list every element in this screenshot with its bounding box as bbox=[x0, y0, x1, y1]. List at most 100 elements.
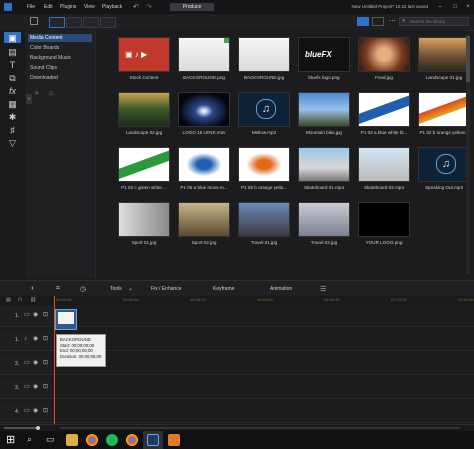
library-item[interactable]: Sport 02.jpg bbox=[178, 202, 230, 254]
menu-view[interactable]: View bbox=[84, 4, 95, 10]
library-item[interactable]: YOUR LOGO.png bbox=[358, 202, 410, 254]
library-item[interactable]: Travel 01.jpg bbox=[238, 202, 290, 254]
lock-icon[interactable]: ⊡ bbox=[43, 312, 49, 318]
list-view-icon[interactable] bbox=[357, 17, 369, 26]
category-item[interactable]: Sound Clips bbox=[28, 64, 92, 72]
category-item[interactable]: Color Boards bbox=[28, 44, 92, 52]
library-item[interactable]: BACKGROUND.png bbox=[178, 37, 230, 89]
library-item[interactable]: Skateboard 01.mp4 bbox=[298, 147, 350, 199]
app-icon[interactable] bbox=[168, 434, 180, 446]
library-item[interactable]: BACKGROUND.jpg bbox=[238, 37, 290, 89]
library-item[interactable]: ♫ Speaking Out.mp3 bbox=[418, 147, 470, 199]
chapter-room-icon[interactable]: ▽ bbox=[7, 138, 18, 148]
timeline-scrollbar[interactable] bbox=[60, 427, 460, 429]
timeline-ruler[interactable]: ▤ ⊓ ⛓ 00:00:00 00:16:20 00:33:10 00:50:00 01… bbox=[0, 296, 474, 305]
more-options-icon[interactable]: ⋯ bbox=[389, 17, 396, 25]
search-icon[interactable]: ⌕ bbox=[27, 434, 32, 445]
visibility-icon[interactable]: ◉ bbox=[33, 360, 39, 366]
library-item[interactable]: P1 05 b orange yello... bbox=[238, 147, 290, 199]
import-media-icon[interactable] bbox=[30, 17, 38, 25]
fix-enhance-button[interactable]: Fix / Enhance bbox=[151, 286, 182, 292]
particle-room-icon[interactable]: ✱ bbox=[7, 112, 18, 122]
effect-room-icon[interactable]: fx bbox=[7, 86, 18, 96]
library-item[interactable]: LOGO 16 LENS.mov bbox=[178, 92, 230, 144]
more-tools-icon[interactable]: ☰ bbox=[320, 285, 326, 293]
menu-playback[interactable]: Playback bbox=[102, 4, 122, 10]
tag-icon[interactable]: ⌂ bbox=[49, 90, 53, 97]
category-item[interactable]: Downloaded bbox=[28, 74, 92, 82]
library-item[interactable]: Landscape 02.jpg bbox=[118, 92, 170, 144]
library-item[interactable]: ♫ Mellow.mp3 bbox=[238, 92, 290, 144]
library-item[interactable]: P1 02 a blue white bl... bbox=[358, 92, 410, 144]
chrome-icon[interactable] bbox=[86, 434, 98, 446]
visibility-icon[interactable]: ◉ bbox=[33, 384, 39, 390]
library-item[interactable]: Landscape 01.jpg bbox=[418, 37, 470, 89]
tools-menu[interactable]: Tools bbox=[110, 286, 122, 292]
library-item[interactable]: Travel 02.jpg bbox=[298, 202, 350, 254]
produce-button[interactable]: Produce bbox=[170, 3, 214, 11]
track-manager-icon[interactable]: ▤ bbox=[6, 297, 11, 303]
library-scrollbar-thumb[interactable] bbox=[466, 36, 470, 82]
redo-icon[interactable]: ↷ bbox=[146, 3, 152, 11]
visibility-icon[interactable]: ◉ bbox=[33, 336, 39, 342]
visibility-icon[interactable]: ◉ bbox=[33, 408, 39, 414]
library-item[interactable]: Mountain bike.jpg bbox=[298, 92, 350, 144]
animation-button[interactable]: Animation bbox=[270, 286, 292, 292]
transition-room-icon[interactable]: ⧉ bbox=[7, 73, 18, 83]
library-item[interactable]: P1 05 a blue move.m... bbox=[178, 147, 230, 199]
task-view-icon[interactable]: ▭ bbox=[46, 434, 55, 445]
minimize-icon[interactable]: – bbox=[436, 3, 444, 11]
ruler-tick-label: 01:06:20 bbox=[324, 297, 340, 302]
library-search-input[interactable] bbox=[399, 17, 469, 26]
library-item[interactable]: blueFX bluefx logo.png bbox=[298, 37, 350, 89]
zoom-slider[interactable] bbox=[4, 427, 40, 429]
lock-icon[interactable]: ⊡ bbox=[43, 360, 49, 366]
collapse-panel-icon[interactable]: « bbox=[26, 94, 32, 104]
filter-audio-button[interactable] bbox=[100, 17, 116, 28]
menu-edit[interactable]: Edit bbox=[44, 4, 53, 10]
category-item[interactable]: Media Content bbox=[28, 34, 92, 42]
windows-start-icon[interactable]: ⊞ bbox=[6, 433, 15, 446]
category-item[interactable]: Background Music bbox=[28, 54, 92, 62]
search-icon[interactable]: ⌕ bbox=[35, 90, 39, 98]
snapshot-icon[interactable]: ◐ bbox=[31, 285, 35, 292]
spotify-icon[interactable] bbox=[106, 434, 118, 446]
fx-room-icon[interactable]: ▤ bbox=[7, 47, 18, 57]
timeline-track[interactable]: 4. ▭ ◉ ⊡ bbox=[0, 402, 474, 423]
visibility-icon[interactable]: ◉ bbox=[33, 312, 39, 318]
menu-file[interactable]: File bbox=[27, 4, 35, 10]
magnet-icon[interactable]: ⊓ bbox=[18, 297, 22, 303]
timer-icon[interactable]: ◷ bbox=[80, 285, 86, 293]
filter-video-button[interactable] bbox=[66, 17, 82, 28]
file-explorer-icon[interactable] bbox=[66, 434, 78, 446]
filter-image-button[interactable] bbox=[83, 17, 99, 28]
audio-mixer-icon[interactable]: ♯ bbox=[7, 125, 18, 135]
crop-icon[interactable]: ⌗ bbox=[56, 285, 60, 293]
pip-room-icon[interactable]: ▦ bbox=[7, 99, 18, 109]
library-item[interactable]: P1 02 b orange yellow... bbox=[418, 92, 470, 144]
lock-icon[interactable]: ⊡ bbox=[43, 408, 49, 414]
filter-all-media-button[interactable] bbox=[49, 17, 65, 28]
library-item[interactable]: Sport 01.jpg bbox=[118, 202, 170, 254]
lock-icon[interactable]: ⊡ bbox=[43, 336, 49, 342]
powerdirector-icon[interactable] bbox=[147, 434, 159, 446]
lock-icon[interactable]: ⊡ bbox=[43, 384, 49, 390]
library-item[interactable]: Skateboard 02.mp4 bbox=[358, 147, 410, 199]
timeline-track[interactable]: 3. ▭ ◉ ⊡ bbox=[0, 378, 474, 399]
chrome-icon[interactable] bbox=[126, 434, 138, 446]
menu-plugins[interactable]: Plugins bbox=[60, 4, 76, 10]
undo-icon[interactable]: ↶ bbox=[133, 3, 139, 11]
grid-view-icon[interactable] bbox=[372, 17, 384, 26]
maximize-icon[interactable]: □ bbox=[451, 3, 459, 11]
keyframe-button[interactable]: Keyframe bbox=[213, 286, 234, 292]
zoom-slider-handle[interactable] bbox=[36, 426, 40, 430]
library-item[interactable]: Food.jpg bbox=[358, 37, 410, 89]
library-item[interactable]: P1 02 c green white ... bbox=[118, 147, 170, 199]
background-clip[interactable] bbox=[55, 309, 77, 330]
in-use-check-icon bbox=[224, 38, 229, 43]
playhead[interactable] bbox=[54, 296, 55, 424]
link-icon[interactable]: ⛓ bbox=[30, 297, 36, 303]
title-room-icon[interactable]: T bbox=[7, 60, 18, 70]
close-icon[interactable]: × bbox=[464, 3, 472, 11]
library-item[interactable]: ▣ ♪ ▶ Stock Content bbox=[118, 37, 170, 89]
